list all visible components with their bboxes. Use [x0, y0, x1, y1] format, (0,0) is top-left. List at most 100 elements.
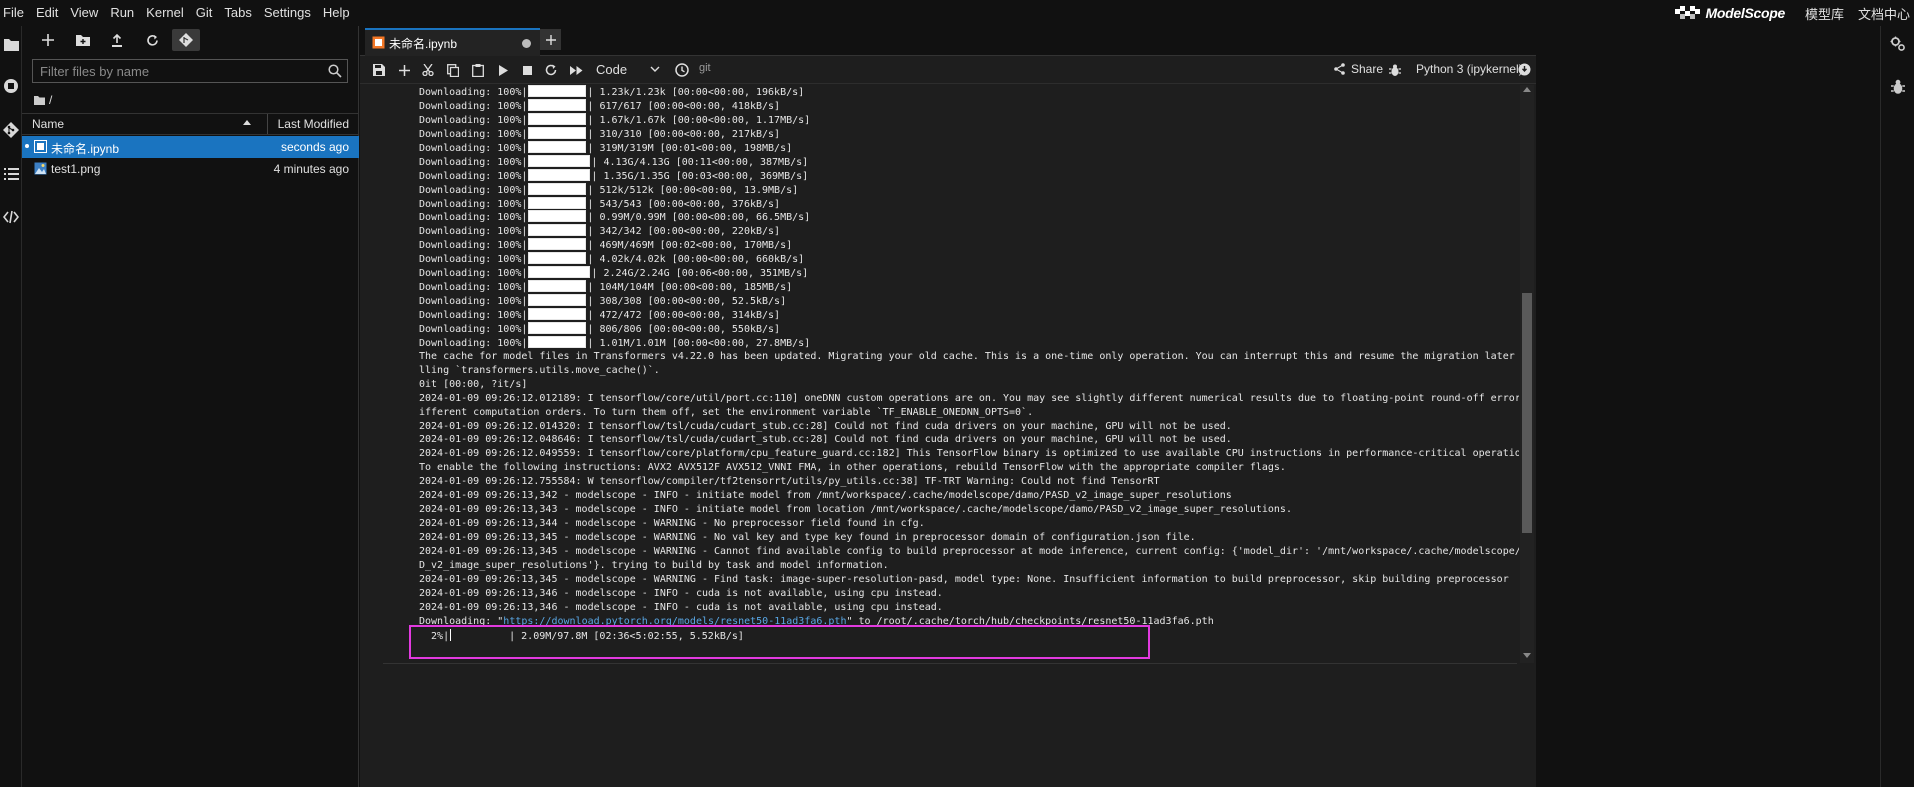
new-folder-icon[interactable] — [69, 29, 97, 51]
column-divider[interactable] — [267, 114, 268, 134]
progress-bar-fill — [529, 267, 590, 278]
download-info: 4.02k/4.02k [00:00<00:00, 660kB/s] — [599, 254, 805, 266]
file-filter-input[interactable] — [33, 60, 323, 82]
download-percent: 100% — [497, 100, 522, 112]
git-label[interactable]: git — [699, 62, 711, 74]
menu-run[interactable]: Run — [104, 0, 140, 26]
menu-view[interactable]: View — [64, 0, 104, 26]
menu-tabs[interactable]: Tabs — [218, 0, 257, 26]
download-info: 104M/104M [00:00<00:00, 185MB/s] — [599, 282, 793, 294]
progress-bar-fill — [529, 309, 586, 319]
progress-bar-fill — [529, 336, 586, 347]
git-clone-icon[interactable] — [172, 29, 200, 51]
menu-file[interactable]: File — [0, 0, 30, 26]
output-scrollbar[interactable] — [1520, 85, 1534, 663]
running-indicator — [25, 144, 29, 148]
breadcrumb-path[interactable]: / — [49, 93, 52, 107]
extension-icon[interactable] — [1, 207, 21, 227]
scroll-thumb[interactable] — [1522, 293, 1532, 533]
cut-icon[interactable] — [419, 61, 437, 79]
log-line: To enable the following instructions: AV… — [419, 462, 1286, 474]
progress-bar — [528, 294, 587, 307]
download-info: 0.99M/0.99M [00:00<00:00, 66.5MB/s] — [599, 212, 811, 224]
toc-icon[interactable] — [1, 164, 21, 184]
menu-settings[interactable]: Settings — [258, 0, 317, 26]
kernel-status-icon[interactable] — [1518, 63, 1531, 76]
download-label: Downloading: — [419, 184, 492, 196]
download-line: Downloading: 100%| | 806/806 [00:00<00:00… — [419, 321, 781, 335]
scroll-up-arrow[interactable] — [1523, 87, 1531, 92]
empty-panel — [1536, 26, 1880, 787]
download-label: Downloading: — [419, 268, 492, 280]
menu-git[interactable]: Git — [190, 0, 219, 26]
download-percent: 100% — [497, 337, 522, 349]
download-label: Downloading: — [419, 100, 492, 112]
fast-forward-icon[interactable] — [567, 61, 585, 79]
right-sidebar — [1880, 26, 1914, 787]
paste-icon[interactable] — [469, 61, 487, 79]
download-label: Downloading: — [419, 254, 492, 266]
copy-icon[interactable] — [444, 61, 462, 79]
file-row[interactable]: test1.png 4 minutes ago — [22, 158, 359, 180]
download-info: 1.35G/1.35G [00:03<00:00, 369MB/s] — [603, 170, 809, 182]
debugger-icon[interactable] — [1890, 79, 1906, 95]
download-percent: 100% — [497, 226, 522, 238]
save-icon[interactable] — [370, 61, 388, 79]
progress-bar — [528, 308, 587, 320]
column-header-modified[interactable]: Last Modified — [278, 117, 349, 131]
kernel-name[interactable]: Python 3 (ipykernel) — [1416, 62, 1523, 76]
refresh-icon[interactable] — [138, 29, 166, 51]
restart-icon[interactable] — [542, 61, 560, 79]
git-icon[interactable] — [1, 120, 21, 140]
run-icon[interactable] — [494, 61, 512, 79]
share-button[interactable]: Share — [1334, 62, 1383, 76]
download-line: Downloading: 100%| | 512k/512k [00:00<00:… — [419, 182, 799, 196]
download-line: Downloading: 100%| | 1.23k/1.23k [00:00<0… — [419, 85, 805, 98]
scroll-down-arrow[interactable] — [1523, 653, 1531, 658]
menu-kernel[interactable]: Kernel — [140, 0, 190, 26]
upload-icon[interactable] — [103, 29, 131, 51]
running-icon[interactable] — [1, 76, 21, 96]
progress-bar-fill — [529, 295, 586, 306]
new-launcher-icon[interactable] — [34, 29, 62, 51]
file-browser-toolbar — [22, 26, 359, 54]
download-line: Downloading: 100%| | 104M/104M [00:00<00:… — [419, 280, 793, 294]
insert-cell-icon[interactable] — [395, 61, 413, 79]
debugger-bug-icon[interactable] — [1386, 61, 1404, 79]
progress-bar — [528, 335, 587, 348]
search-icon[interactable] — [328, 64, 342, 78]
unsaved-indicator[interactable] — [522, 39, 531, 48]
folder-icon[interactable] — [34, 95, 45, 105]
model-library-link[interactable]: 模型库 — [1805, 4, 1844, 23]
file-name: test1.png — [51, 162, 101, 176]
chevron-down-icon[interactable] — [650, 66, 660, 72]
download-info: 512k/512k [00:00<00:00, 13.9MB/s] — [599, 184, 799, 196]
menu-edit[interactable]: Edit — [30, 0, 64, 26]
download-label: Downloading: — [419, 240, 492, 252]
tab-notebook[interactable]: 未命名.ipynb — [365, 28, 540, 56]
image-file-icon — [34, 162, 47, 175]
output-text: Downloading: 100%| | 1.23k/1.23k [00:00<0… — [419, 85, 1519, 643]
column-header-name[interactable]: Name — [32, 117, 64, 131]
sort-ascending-icon[interactable] — [243, 120, 251, 125]
folder-icon[interactable] — [1, 34, 21, 54]
download-label: Downloading: — [419, 128, 492, 140]
property-inspector-icon[interactable] — [1890, 36, 1906, 52]
log-line: ifferent computation orders. To turn the… — [419, 406, 1034, 418]
download-percent: 100% — [497, 142, 522, 154]
download-info: 2.24G/2.24G [00:06<00:00, 351MB/s] — [603, 268, 809, 280]
download-line: Downloading: 100%| | 617/617 [00:00<00:00… — [419, 98, 781, 112]
docs-center-link[interactable]: 文档中心 — [1858, 4, 1914, 23]
menu-help[interactable]: Help — [317, 0, 356, 26]
modelscope-logo[interactable]: ModelScope — [1674, 5, 1785, 21]
progress-bar-fill — [529, 141, 586, 152]
log-line: 2024-01-09 09:26:13,345 - modelscope - W… — [419, 532, 1196, 543]
stop-icon[interactable] — [518, 61, 536, 79]
clock-icon[interactable] — [673, 61, 691, 79]
progress-bar — [528, 252, 587, 265]
share-icon — [1334, 63, 1345, 75]
left-activity-bar — [0, 26, 22, 787]
new-tab-button[interactable] — [540, 29, 561, 50]
download-line: Downloading: 100%| | 2.24G/2.24G [00:06<0… — [419, 266, 809, 280]
file-row[interactable]: 未命名.ipynb seconds ago — [22, 136, 359, 158]
